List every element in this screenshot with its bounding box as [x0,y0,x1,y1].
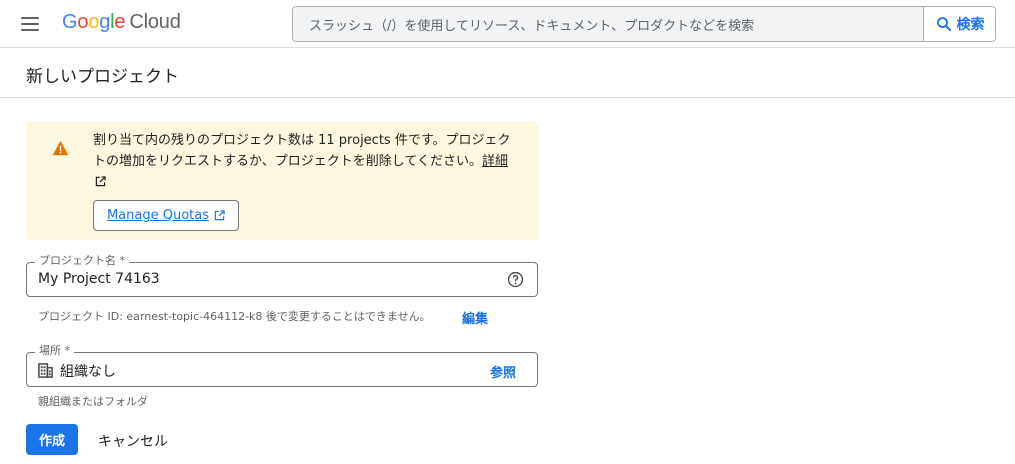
help-icon[interactable] [507,271,524,288]
logo-letter: o [77,11,89,33]
hamburger-menu-icon[interactable] [12,8,48,40]
menu-line [21,29,39,31]
location-label: 場所 * [35,344,74,358]
location-hint: 親組織またはフォルダ [38,395,148,408]
project-name-field[interactable]: プロジェクト名 * My Project 74163 [26,254,538,297]
search-icon [936,17,951,31]
search-input[interactable]: スラッシュ（/）を使用してリソース、ドキュメント、プロダクトなどを検索 [292,6,924,42]
search-placeholder: スラッシュ（/）を使用してリソース、ドキュメント、プロダクトなどを検索 [309,18,755,34]
warning-message: 割り当て内の残りのプロジェクト数は 11 projects 件です。プロジェクト… [93,130,513,193]
project-name-value[interactable]: My Project 74163 [38,271,160,287]
location-field[interactable]: 場所 * 組織なし 参照 [26,344,538,387]
external-link-icon [95,176,106,187]
warning-icon [52,140,69,156]
create-button[interactable]: 作成 [26,424,78,455]
building-icon [38,363,53,378]
search-button-label: 検索 [956,17,985,33]
project-id-hint: プロジェクト ID: earnest-topic-464112-k8 後で変更す… [38,310,431,323]
cancel-button[interactable]: キャンセル [98,431,168,451]
page-title: 新しいプロジェクト [26,67,179,87]
menu-line [21,17,39,19]
logo-cloud-text: Cloud [129,11,181,33]
quota-warning-banner: 割り当て内の残りのプロジェクト数は 11 projects 件です。プロジェクト… [26,122,538,240]
logo-letter: G [62,11,78,33]
logo-letter: g [99,11,111,33]
top-app-bar: Google Cloud スラッシュ（/）を使用してリソース、ドキュメント、プロダ… [0,0,1015,48]
search-button[interactable]: 検索 [923,6,996,42]
edit-project-id-link[interactable]: 編集 [462,308,488,327]
location-value: 組織なし [60,364,116,380]
manage-quotas-label: Manage Quotas [106,208,210,223]
project-name-label: プロジェクト名 * [35,254,129,268]
logo-letter: e [114,11,126,33]
menu-line [21,23,39,25]
external-link-icon [214,210,225,221]
browse-location-link[interactable]: 参照 [490,362,516,381]
details-link-label: 詳細 [481,154,508,169]
manage-quotas-button[interactable]: Manage Quotas [93,200,239,231]
google-cloud-logo[interactable]: Google Cloud [62,11,181,34]
logo-letter: o [88,11,100,33]
warning-message-text: 割り当て内の残りのプロジェクト数は 11 projects 件です。プロジェクト… [93,133,511,169]
page-title-bar: 新しいプロジェクト [0,49,1015,98]
